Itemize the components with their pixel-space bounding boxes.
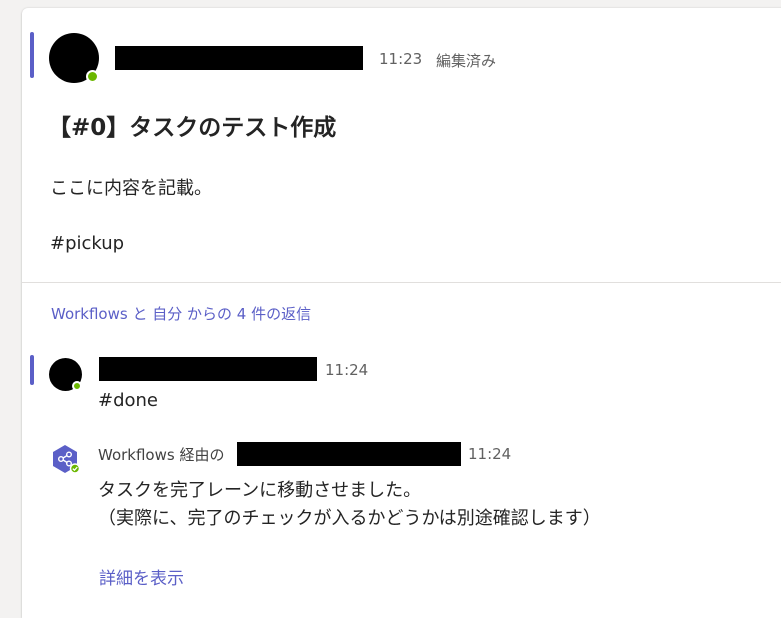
reply-text: #done <box>98 390 159 411</box>
divider <box>22 282 781 283</box>
edited-label: 編集済み <box>436 52 497 70</box>
post-title: 【#0】タスクのテスト作成 <box>48 115 337 141</box>
author-name-redacted[interactable] <box>115 46 363 70</box>
replies-summary-link[interactable]: Workflows と 自分 からの 4 件の返信 <box>51 303 311 324</box>
message-card: 11:23 編集済み 【#0】タスクのテスト作成 ここに内容を記載。 #pick… <box>22 8 781 618</box>
workflow-message-line: （実際に、完了のチェックが入るかどうかは別途確認します） <box>98 508 601 529</box>
post-hashtag: #pickup <box>50 233 125 254</box>
reply-author-name-redacted[interactable] <box>99 357 317 381</box>
unread-indicator <box>30 355 34 385</box>
show-details-link[interactable]: 詳細を表示 <box>99 564 184 589</box>
unread-indicator <box>30 32 34 78</box>
post-timestamp: 11:23 <box>379 50 423 68</box>
workflow-sender-redacted[interactable] <box>237 442 461 466</box>
workflow-message-line: タスクを完了レーンに移動させました。 <box>98 480 422 501</box>
presence-available-icon <box>72 381 82 391</box>
reply-timestamp: 11:24 <box>325 361 369 379</box>
post-body-line: ここに内容を記載。 <box>50 178 212 199</box>
via-workflows-label: Workflows 経由の <box>98 446 225 464</box>
workflows-icon[interactable] <box>50 444 80 474</box>
presence-available-icon <box>86 70 99 83</box>
workflow-timestamp: 11:24 <box>468 445 512 463</box>
